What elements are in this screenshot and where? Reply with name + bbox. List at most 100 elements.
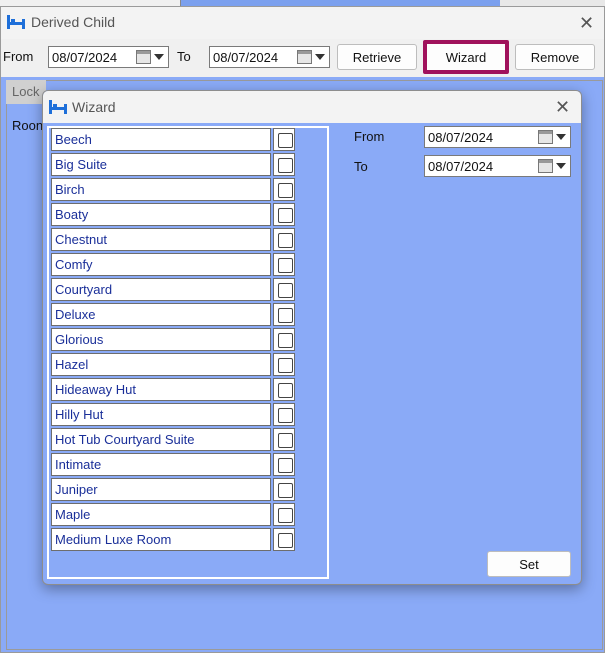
room-checkbox-cell xyxy=(273,528,295,551)
room-checkbox-cell xyxy=(273,353,295,376)
calendar-icon[interactable] xyxy=(297,50,312,64)
room-checkbox[interactable] xyxy=(278,308,293,323)
list-item[interactable]: Juniper xyxy=(51,478,325,501)
list-item[interactable]: Glorious xyxy=(51,328,325,351)
window-title: Derived Child xyxy=(31,14,116,30)
wizard-from-label: From xyxy=(354,129,385,144)
close-icon[interactable]: ✕ xyxy=(579,14,594,32)
room-checkbox[interactable] xyxy=(278,258,293,273)
room-checkbox-cell xyxy=(273,403,295,426)
calendar-icon[interactable] xyxy=(538,159,553,173)
room-checkbox[interactable] xyxy=(278,208,293,223)
room-checkbox[interactable] xyxy=(278,483,293,498)
set-button[interactable]: Set xyxy=(487,551,571,577)
room-name[interactable]: Hideaway Hut xyxy=(51,378,271,401)
room-checkbox-cell xyxy=(273,503,295,526)
room-name[interactable]: Courtyard xyxy=(51,278,271,301)
room-checkbox-cell xyxy=(273,428,295,451)
calendar-icon[interactable] xyxy=(538,130,553,144)
list-item[interactable]: Beech xyxy=(51,128,325,151)
window-titlebar: Derived Child ✕ xyxy=(1,7,604,39)
room-checkbox[interactable] xyxy=(278,458,293,473)
room-checkbox[interactable] xyxy=(278,183,293,198)
from-date-value: 08/07/2024 xyxy=(52,49,118,65)
chevron-down-icon[interactable] xyxy=(154,54,164,60)
room-name[interactable]: Intimate xyxy=(51,453,271,476)
room-name[interactable]: Hot Tub Courtyard Suite xyxy=(51,428,271,451)
room-name[interactable]: Deluxe xyxy=(51,303,271,326)
room-checkbox-cell xyxy=(273,228,295,251)
room-checkbox[interactable] xyxy=(278,508,293,523)
room-checkbox-cell xyxy=(273,253,295,276)
room-checkbox[interactable] xyxy=(278,233,293,248)
room-list: Beech Big Suite Birch Boaty Chestnut Comfy Cou… xyxy=(47,126,329,579)
list-item[interactable]: Hazel xyxy=(51,353,325,376)
room-checkbox-cell xyxy=(273,378,295,401)
toolbar: From 08/07/2024 To 08/07/2024 Retrieve W… xyxy=(1,39,604,77)
room-name[interactable]: Medium Luxe Room xyxy=(51,528,271,551)
room-checkbox-cell xyxy=(273,303,295,326)
wizard-button[interactable]: Wizard xyxy=(423,40,509,74)
room-name[interactable]: Beech xyxy=(51,128,271,151)
room-checkbox[interactable] xyxy=(278,133,293,148)
list-item[interactable]: Intimate xyxy=(51,453,325,476)
room-name[interactable]: Glorious xyxy=(51,328,271,351)
to-label: To xyxy=(177,49,191,64)
room-name[interactable]: Juniper xyxy=(51,478,271,501)
from-date-picker[interactable]: 08/07/2024 xyxy=(48,46,169,68)
room-checkbox-cell xyxy=(273,178,295,201)
remove-button[interactable]: Remove xyxy=(515,44,595,70)
list-item[interactable]: Medium Luxe Room xyxy=(51,528,325,551)
room-name[interactable]: Comfy xyxy=(51,253,271,276)
wizard-from-date-picker[interactable]: 08/07/2024 xyxy=(424,126,571,148)
list-item[interactable]: Deluxe xyxy=(51,303,325,326)
list-item[interactable]: Hilly Hut xyxy=(51,403,325,426)
tab-lock[interactable]: Lock xyxy=(6,80,46,104)
room-checkbox[interactable] xyxy=(278,533,293,548)
room-checkbox-cell xyxy=(273,153,295,176)
room-name[interactable]: Hazel xyxy=(51,353,271,376)
room-checkbox[interactable] xyxy=(278,408,293,423)
chevron-down-icon[interactable] xyxy=(315,54,325,60)
wizard-from-date-value: 08/07/2024 xyxy=(428,129,494,145)
room-name[interactable]: Hilly Hut xyxy=(51,403,271,426)
calendar-icon[interactable] xyxy=(136,50,151,64)
wizard-dialog: Wizard ✕ Beech Big Suite Birch Boaty Chestnu… xyxy=(42,90,582,585)
room-name[interactable]: Chestnut xyxy=(51,228,271,251)
room-name[interactable]: Maple xyxy=(51,503,271,526)
chevron-down-icon[interactable] xyxy=(556,134,566,140)
to-date-picker[interactable]: 08/07/2024 xyxy=(209,46,330,68)
retrieve-button[interactable]: Retrieve xyxy=(337,44,417,70)
list-item[interactable]: Comfy xyxy=(51,253,325,276)
room-checkbox[interactable] xyxy=(278,333,293,348)
room-name[interactable]: Boaty xyxy=(51,203,271,226)
list-item[interactable]: Big Suite xyxy=(51,153,325,176)
close-icon[interactable]: ✕ xyxy=(555,98,570,116)
room-checkbox[interactable] xyxy=(278,283,293,298)
wizard-titlebar: Wizard ✕ xyxy=(43,91,581,123)
room-label: Roon xyxy=(12,118,44,133)
list-item[interactable]: Birch xyxy=(51,178,325,201)
list-item[interactable]: Maple xyxy=(51,503,325,526)
room-checkbox-cell xyxy=(273,203,295,226)
room-name[interactable]: Big Suite xyxy=(51,153,271,176)
room-checkbox[interactable] xyxy=(278,358,293,373)
list-item[interactable]: Boaty xyxy=(51,203,325,226)
list-item[interactable]: Courtyard xyxy=(51,278,325,301)
list-item[interactable]: Chestnut xyxy=(51,228,325,251)
room-checkbox-cell xyxy=(273,328,295,351)
chevron-down-icon[interactable] xyxy=(556,163,566,169)
wizard-title: Wizard xyxy=(72,99,116,115)
room-checkbox[interactable] xyxy=(278,158,293,173)
list-item[interactable]: Hideaway Hut xyxy=(51,378,325,401)
wizard-to-date-value: 08/07/2024 xyxy=(428,158,494,174)
room-checkbox-cell xyxy=(273,278,295,301)
room-checkbox[interactable] xyxy=(278,433,293,448)
room-checkbox[interactable] xyxy=(278,383,293,398)
list-item[interactable]: Hot Tub Courtyard Suite xyxy=(51,428,325,451)
room-name[interactable]: Birch xyxy=(51,178,271,201)
bed-icon xyxy=(7,15,25,29)
wizard-to-label: To xyxy=(354,159,368,174)
wizard-to-date-picker[interactable]: 08/07/2024 xyxy=(424,155,571,177)
bed-icon xyxy=(49,100,67,114)
